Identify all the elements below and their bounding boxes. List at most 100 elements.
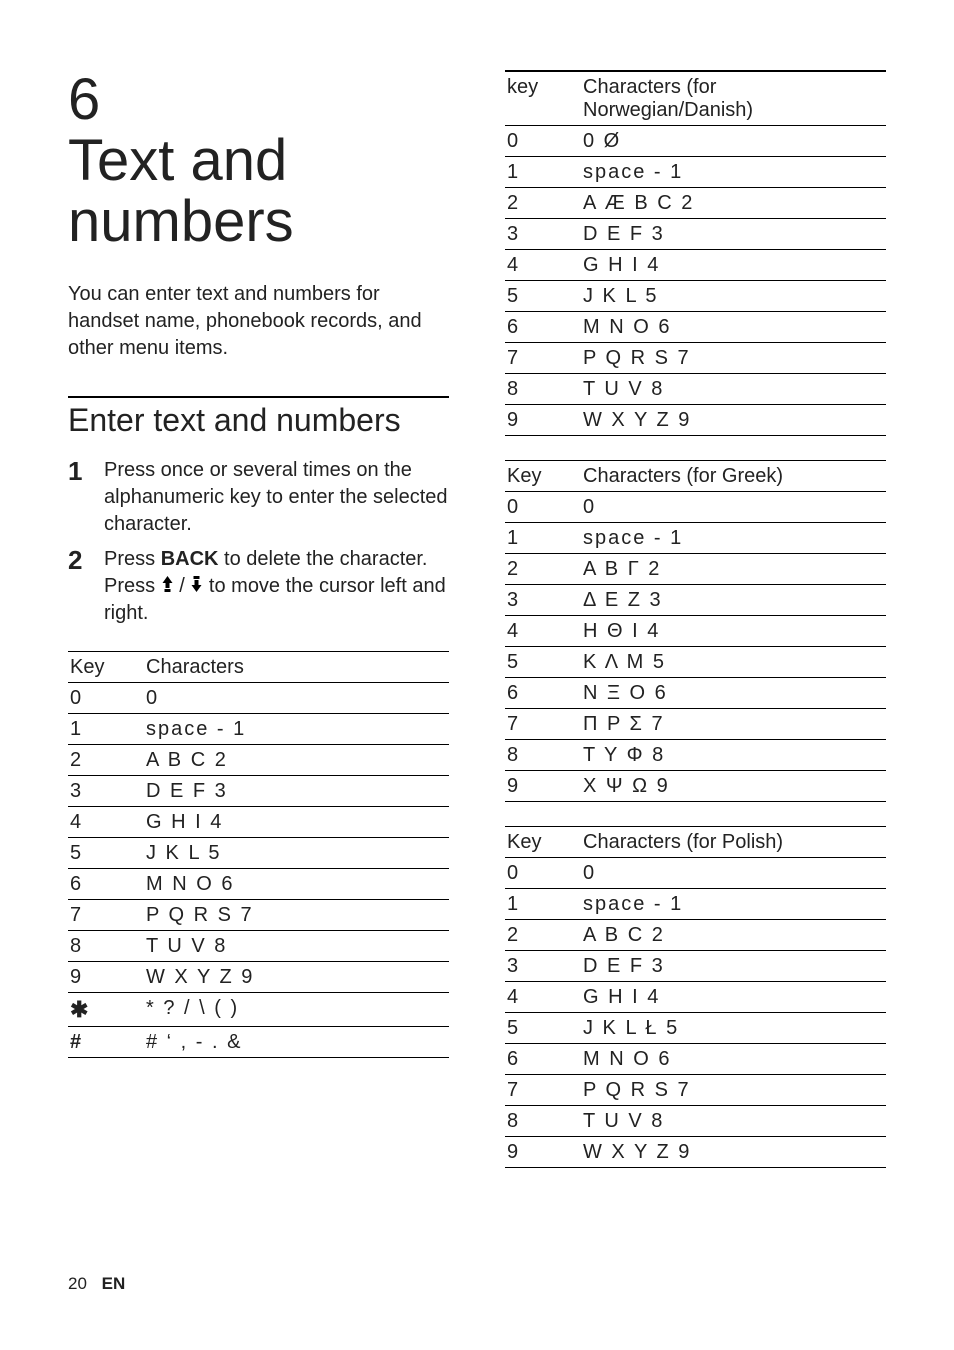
val-cell: D E F 3 <box>581 219 886 250</box>
val-cell: Χ Ψ Ω 9 <box>581 771 886 802</box>
key-cell: 2 <box>505 920 581 951</box>
val-cell: D E F 3 <box>144 775 449 806</box>
key-cell: 1 <box>505 157 581 188</box>
key-cell: 0 <box>68 682 144 713</box>
val-cell: T U V 8 <box>581 374 886 405</box>
page-footer: 20 EN <box>68 1274 125 1294</box>
val-cell: W X Y Z 9 <box>144 961 449 992</box>
key-cell: 4 <box>505 982 581 1013</box>
down-arrow-icon <box>190 575 203 593</box>
table-row: 6Ν Ξ Ο 6 <box>505 678 886 709</box>
val-cell: T U V 8 <box>581 1106 886 1137</box>
val-cell: M N O 6 <box>581 1044 886 1075</box>
val-cell: Α Β Γ 2 <box>581 554 886 585</box>
table-row: 2Α Β Γ 2 <box>505 554 886 585</box>
val-cell: Τ Υ Φ 8 <box>581 740 886 771</box>
val-cell: D E F 3 <box>581 951 886 982</box>
val-cell: A B C 2 <box>144 744 449 775</box>
key-cell: 1 <box>505 523 581 554</box>
key-cell: 1 <box>68 713 144 744</box>
char-table-greek: KeyCharacters (for Greek) 00 1space - 1 … <box>505 460 886 802</box>
table-header-row: KeyCharacters (for Greek) <box>505 461 886 492</box>
table-row: 00 <box>505 858 886 889</box>
table-row: 7P Q R S 7 <box>505 1075 886 1106</box>
table-row: 4Η Θ Ι 4 <box>505 616 886 647</box>
hash-key-icon: # <box>70 1031 81 1053</box>
table-row: 00 <box>68 682 449 713</box>
char-table-generic: KeyCharacters 00 1space - 1 2A B C 2 3D … <box>68 651 449 1058</box>
key-cell: 2 <box>505 554 581 585</box>
key-cell: 9 <box>505 1137 581 1168</box>
char-table-polish: KeyCharacters (for Polish) 00 1space - 1… <box>505 826 886 1168</box>
val-cell: P Q R S 7 <box>581 1075 886 1106</box>
header-val: Characters <box>144 651 449 682</box>
table-row: 2A B C 2 <box>505 920 886 951</box>
header-val: Characters (for Polish) <box>581 827 886 858</box>
key-cell: 7 <box>505 709 581 740</box>
key-cell: 4 <box>505 616 581 647</box>
val-cell: W X Y Z 9 <box>581 1137 886 1168</box>
steps-list: 1 Press once or several times on the alp… <box>68 457 449 627</box>
val-cell: J K L Ł 5 <box>581 1013 886 1044</box>
step-body: Press once or several times on the alpha… <box>104 457 449 538</box>
up-arrow-icon <box>161 575 174 593</box>
char-table-nordic: keyCharacters (for Norwegian/Danish) 00 … <box>505 70 886 436</box>
key-cell: 0 <box>505 492 581 523</box>
step-number: 2 <box>68 546 88 627</box>
val-cell: G H I 4 <box>581 250 886 281</box>
val-cell: space - 1 <box>581 523 886 554</box>
step-text: Press <box>104 548 161 570</box>
table-header-row: keyCharacters (for Norwegian/Danish) <box>505 71 886 126</box>
key-cell: # <box>68 1026 144 1057</box>
table-row: 3Δ Ε Ζ 3 <box>505 585 886 616</box>
val-cell: M N O 6 <box>581 312 886 343</box>
key-cell: 3 <box>505 219 581 250</box>
intro-paragraph: You can enter text and numbers for hands… <box>68 281 449 362</box>
key-cell: 8 <box>68 930 144 961</box>
val-cell: # ‘ , - . & <box>144 1026 449 1057</box>
table-row: 6M N O 6 <box>68 868 449 899</box>
val-cell: Ν Ξ Ο 6 <box>581 678 886 709</box>
val-cell: Π Ρ Σ 7 <box>581 709 886 740</box>
key-cell: 0 <box>505 126 581 157</box>
section-heading: Enter text and numbers <box>68 402 449 439</box>
table-row: 7P Q R S 7 <box>68 899 449 930</box>
step-number: 1 <box>68 457 88 538</box>
key-cell: 5 <box>505 1013 581 1044</box>
table-header-row: KeyCharacters (for Polish) <box>505 827 886 858</box>
chapter-number: 6 <box>68 70 118 131</box>
key-cell: 9 <box>505 771 581 802</box>
chapter-heading: 6Text and numbers <box>68 70 449 253</box>
table-row: 2A B C 2 <box>68 744 449 775</box>
key-cell: ✱ <box>68 992 144 1026</box>
key-cell: 3 <box>68 775 144 806</box>
key-cell: 3 <box>505 951 581 982</box>
key-cell: 7 <box>505 343 581 374</box>
key-cell: 2 <box>505 188 581 219</box>
table-row: 3D E F 3 <box>68 775 449 806</box>
key-cell: 9 <box>68 961 144 992</box>
val-cell: P Q R S 7 <box>144 899 449 930</box>
header-val: Characters (for Norwegian/Danish) <box>581 71 886 126</box>
table-row: 4G H I 4 <box>68 806 449 837</box>
key-cell: 7 <box>68 899 144 930</box>
table-row: 9W X Y Z 9 <box>68 961 449 992</box>
val-cell: Δ Ε Ζ 3 <box>581 585 886 616</box>
key-cell: 0 <box>505 858 581 889</box>
table-row: 1space - 1 <box>68 713 449 744</box>
key-cell: 6 <box>505 678 581 709</box>
val-cell: Κ Λ Μ 5 <box>581 647 886 678</box>
step-body: Press BACK to delete the character. Pres… <box>104 546 449 627</box>
table-row: 5J K L 5 <box>505 281 886 312</box>
table-row: 9W X Y Z 9 <box>505 405 886 436</box>
table-row: 00 Ø <box>505 126 886 157</box>
val-cell: 0 <box>581 492 886 523</box>
val-cell: J K L 5 <box>581 281 886 312</box>
val-cell: G H I 4 <box>581 982 886 1013</box>
val-cell: A Æ B C 2 <box>581 188 886 219</box>
val-cell: 0 <box>144 682 449 713</box>
table-header-row: KeyCharacters <box>68 651 449 682</box>
table-row: 1space - 1 <box>505 889 886 920</box>
table-row: ✱* ? / \ ( ) <box>68 992 449 1026</box>
key-cell: 6 <box>68 868 144 899</box>
